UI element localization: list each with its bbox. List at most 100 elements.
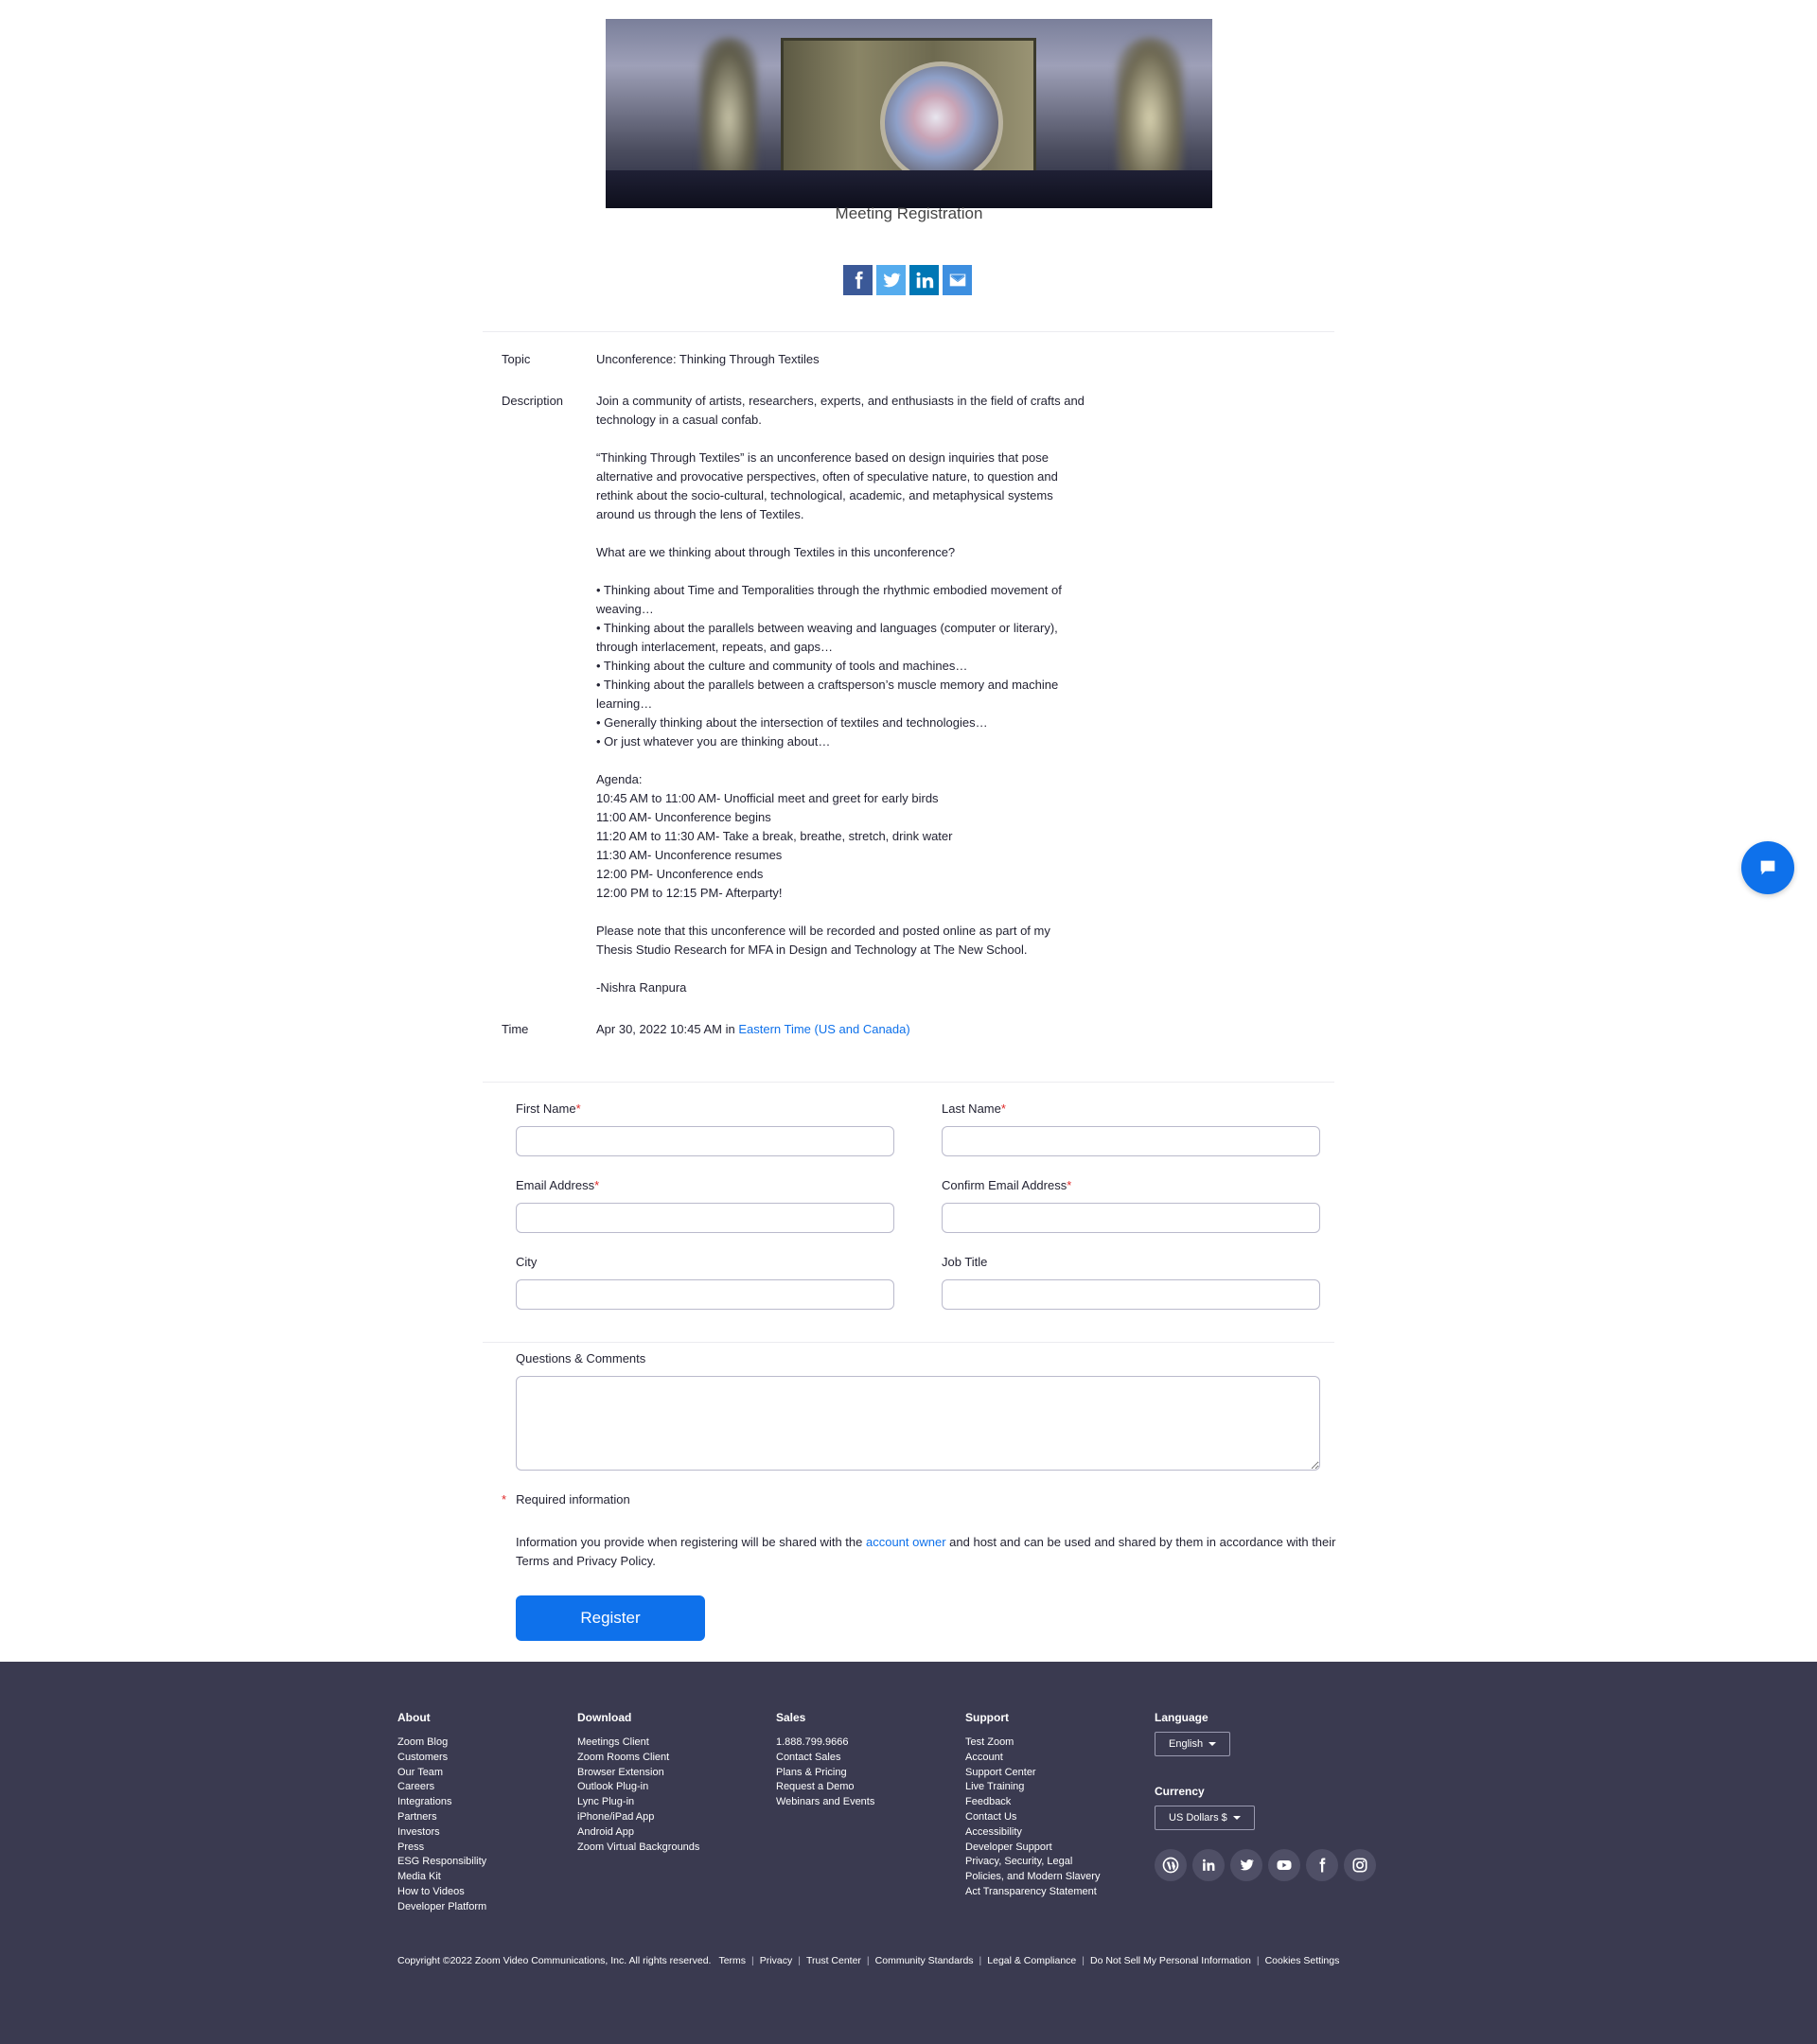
description-line bbox=[596, 562, 1126, 581]
job-title-label: Job Title bbox=[942, 1255, 988, 1269]
legal-link[interactable]: Legal & Compliance bbox=[987, 1955, 1076, 1966]
twitter-icon bbox=[1240, 1859, 1254, 1871]
language-select[interactable]: English bbox=[1155, 1732, 1231, 1756]
timezone-link[interactable]: Eastern Time (US and Canada) bbox=[738, 1022, 909, 1036]
footer-link-about[interactable]: Careers bbox=[397, 1780, 486, 1795]
legal-link[interactable]: Community Standards bbox=[875, 1955, 974, 1966]
confirm-email-label: Confirm Email Address bbox=[942, 1178, 1067, 1192]
confirm-email-group: Confirm Email Address* bbox=[942, 1178, 1320, 1233]
footer-link-download[interactable]: Lync Plug-in bbox=[577, 1795, 699, 1810]
currency-select[interactable]: US Dollars $ bbox=[1155, 1806, 1255, 1830]
linkedin-icon bbox=[916, 272, 933, 289]
footer-about-column: About Zoom Blog Customers Our Team Careers I… bbox=[397, 1711, 486, 1915]
page-title: Meeting Registration bbox=[835, 204, 983, 222]
description-line: weaving… bbox=[596, 602, 654, 616]
confirm-email-input[interactable] bbox=[942, 1203, 1320, 1233]
description-line: 12:00 PM to 12:15 PM- Afterparty! bbox=[596, 886, 783, 900]
footer-link-support[interactable]: Account bbox=[965, 1751, 1100, 1766]
footer-link-support[interactable]: Support Center bbox=[965, 1766, 1100, 1781]
facebook-link[interactable] bbox=[1306, 1849, 1338, 1881]
footer-link-download[interactable]: Zoom Rooms Client bbox=[577, 1751, 699, 1766]
legal-link[interactable]: Cookies Settings bbox=[1265, 1955, 1340, 1966]
divider bbox=[483, 1082, 1334, 1083]
footer-link-about[interactable]: How to Videos bbox=[397, 1885, 486, 1900]
first-name-group: First Name* bbox=[516, 1101, 894, 1156]
separator: | bbox=[866, 1955, 870, 1966]
footer-link-about[interactable]: Zoom Blog bbox=[397, 1736, 486, 1751]
email-share-button[interactable] bbox=[943, 265, 972, 295]
footer: About Zoom Blog Customers Our Team Careers I… bbox=[0, 1662, 1817, 2044]
city-input[interactable] bbox=[516, 1279, 894, 1310]
footer-link-about[interactable]: Customers bbox=[397, 1751, 486, 1766]
comments-textarea[interactable] bbox=[516, 1376, 1320, 1471]
footer-currency-title: Currency bbox=[1155, 1785, 1205, 1798]
footer-link-download[interactable]: Meetings Client bbox=[577, 1736, 699, 1751]
footer-link-download[interactable]: iPhone/iPad App bbox=[577, 1810, 699, 1825]
footer-link-about[interactable]: Investors bbox=[397, 1825, 486, 1841]
description-line: through interlacement, repeats, and gaps… bbox=[596, 640, 834, 654]
comments-label: Questions & Comments bbox=[516, 1351, 646, 1366]
footer-link-download[interactable]: Zoom Virtual Backgrounds bbox=[577, 1841, 699, 1856]
description-line bbox=[596, 751, 1126, 770]
job-title-input[interactable] bbox=[942, 1279, 1320, 1310]
footer-link-support[interactable]: Policies, and Modern Slavery bbox=[965, 1870, 1100, 1885]
twitter-icon bbox=[882, 273, 901, 288]
linkedin-share-button[interactable] bbox=[909, 265, 939, 295]
footer-link-about[interactable]: Press bbox=[397, 1841, 486, 1856]
description-line: “Thinking Through Textiles” is an unconf… bbox=[596, 450, 1049, 465]
description-line: • Thinking about the parallels between w… bbox=[596, 621, 1058, 635]
description-line: 11:00 AM- Unconference begins bbox=[596, 810, 771, 824]
caret-down-icon bbox=[1232, 1816, 1241, 1820]
wordpress-icon bbox=[1162, 1857, 1179, 1874]
footer-link-support[interactable]: Accessibility bbox=[965, 1825, 1100, 1841]
legal-link[interactable]: Do Not Sell My Personal Information bbox=[1090, 1955, 1251, 1966]
description-label: Description bbox=[502, 394, 564, 408]
last-name-input[interactable] bbox=[942, 1126, 1320, 1156]
instagram-link[interactable] bbox=[1344, 1849, 1376, 1881]
email-input[interactable] bbox=[516, 1203, 894, 1233]
footer-link-support[interactable]: Feedback bbox=[965, 1795, 1100, 1810]
footer-link-support[interactable]: Privacy, Security, Legal bbox=[965, 1855, 1100, 1870]
chat-button[interactable] bbox=[1741, 841, 1794, 894]
legal-link[interactable]: Trust Center bbox=[806, 1955, 861, 1966]
register-button[interactable]: Register bbox=[516, 1595, 705, 1641]
footer-link-support[interactable]: Live Training bbox=[965, 1780, 1100, 1795]
footer-link-download[interactable]: Outlook Plug-in bbox=[577, 1780, 699, 1795]
footer-link-sales[interactable]: 1.888.799.9666 bbox=[776, 1736, 874, 1751]
legal-link[interactable]: Privacy bbox=[760, 1955, 792, 1966]
time-label: Time bbox=[502, 1022, 529, 1036]
twitter-share-button[interactable] bbox=[876, 265, 906, 295]
account-owner-link[interactable]: account owner bbox=[866, 1535, 946, 1549]
footer-link-download[interactable]: Android App bbox=[577, 1825, 699, 1841]
footer-link-about[interactable]: Our Team bbox=[397, 1766, 486, 1781]
first-name-input[interactable] bbox=[516, 1126, 894, 1156]
footer-link-about[interactable]: ESG Responsibility bbox=[397, 1855, 486, 1870]
separator: | bbox=[751, 1955, 754, 1966]
footer-link-support[interactable]: Contact Us bbox=[965, 1810, 1100, 1825]
legal-link[interactable]: Terms bbox=[718, 1955, 746, 1966]
footer-link-support[interactable]: Act Transparency Statement bbox=[965, 1885, 1100, 1900]
description-line: 11:30 AM- Unconference resumes bbox=[596, 848, 783, 862]
wordpress-link[interactable] bbox=[1155, 1849, 1187, 1881]
description-line: 12:00 PM- Unconference ends bbox=[596, 867, 764, 881]
footer-link-download[interactable]: Browser Extension bbox=[577, 1766, 699, 1781]
youtube-link[interactable] bbox=[1268, 1849, 1300, 1881]
footer-link-support[interactable]: Test Zoom bbox=[965, 1736, 1100, 1751]
footer-link-sales[interactable]: Request a Demo bbox=[776, 1780, 874, 1795]
youtube-icon bbox=[1277, 1860, 1292, 1870]
footer-link-about[interactable]: Integrations bbox=[397, 1795, 486, 1810]
footer-link-about[interactable]: Partners bbox=[397, 1810, 486, 1825]
footer-link-sales[interactable]: Contact Sales bbox=[776, 1751, 874, 1766]
twitter-link[interactable] bbox=[1230, 1849, 1262, 1881]
description-line: • Or just whatever you are thinking abou… bbox=[596, 734, 831, 749]
footer-link-support[interactable]: Developer Support bbox=[965, 1841, 1100, 1856]
instagram-icon bbox=[1352, 1858, 1367, 1873]
required-marker: * bbox=[1000, 1101, 1006, 1116]
footer-link-about[interactable]: Media Kit bbox=[397, 1870, 486, 1885]
facebook-share-button[interactable] bbox=[843, 265, 873, 295]
linkedin-link[interactable] bbox=[1192, 1849, 1225, 1881]
footer-link-sales[interactable]: Webinars and Events bbox=[776, 1795, 874, 1810]
description-line: Agenda: bbox=[596, 772, 643, 786]
footer-link-about[interactable]: Developer Platform bbox=[397, 1900, 486, 1915]
footer-link-sales[interactable]: Plans & Pricing bbox=[776, 1766, 874, 1781]
